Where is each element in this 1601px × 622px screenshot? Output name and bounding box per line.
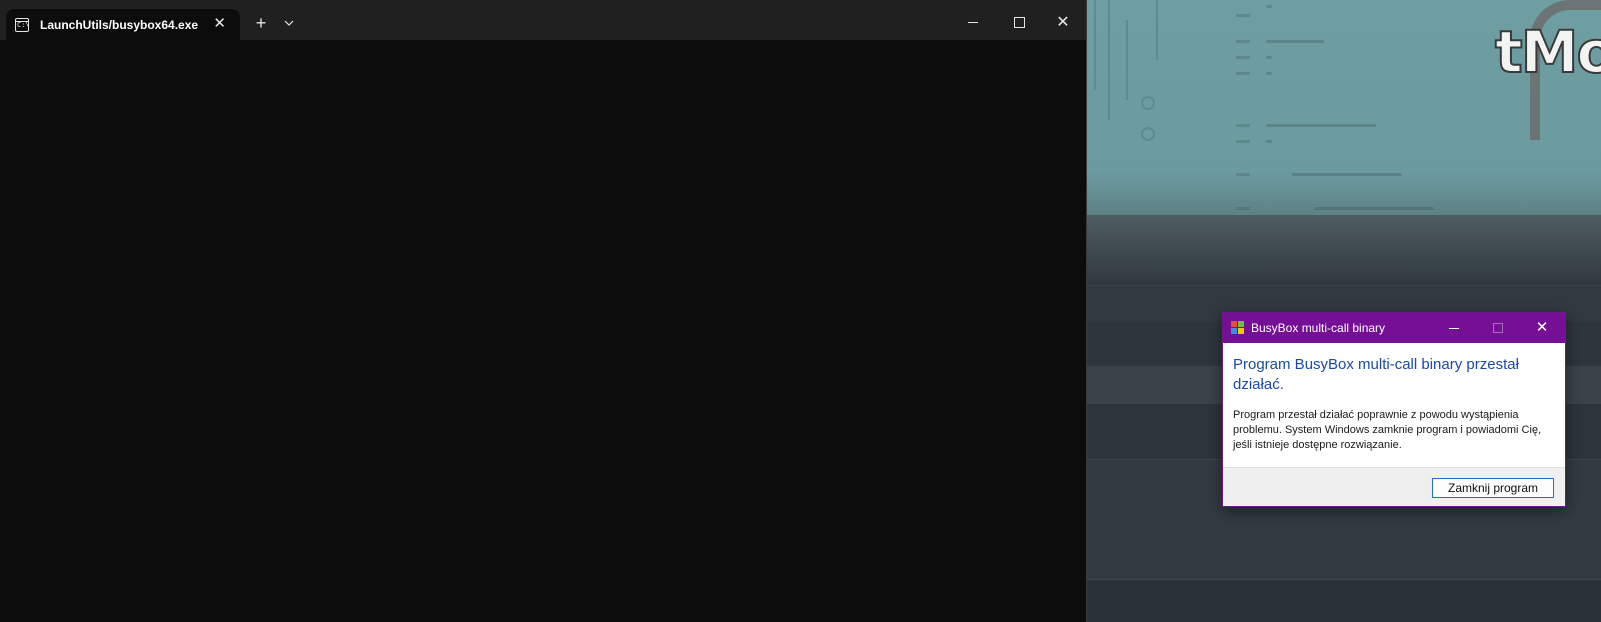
dialog-heading: Program BusyBox multi-call binary przest…: [1233, 356, 1519, 393]
wallpaper-line-number: [1236, 207, 1250, 210]
dialog-footer: Zamknij program: [1223, 467, 1565, 506]
wallpaper-code-line: [1266, 56, 1272, 59]
wallpaper-line-number: [1236, 124, 1250, 127]
wallpaper-line-number: [1236, 173, 1250, 176]
terminal-content-area[interactable]: [0, 40, 1086, 622]
new-tab-button[interactable]: +: [250, 10, 272, 36]
maximize-icon: [1493, 323, 1503, 334]
wallpaper-circuit-trace: [1108, 0, 1110, 120]
wallpaper-code-line: [1314, 207, 1434, 210]
busybox-app-icon: [1231, 321, 1245, 335]
dialog-minimize-button[interactable]: [1437, 313, 1471, 343]
wallpaper-line-number: [1236, 14, 1250, 17]
minimize-icon: [1449, 327, 1459, 329]
close-program-button[interactable]: Zamknij program: [1432, 478, 1554, 498]
wallpaper-code-line: [1266, 140, 1272, 143]
wallpaper-line-number: [1236, 56, 1250, 59]
tab-title: LaunchUtils/busybox64.exe: [40, 17, 199, 32]
terminal-icon: C:\: [15, 17, 30, 32]
wallpaper-line-number: [1236, 40, 1250, 43]
wallpaper-code-line: [1266, 5, 1272, 8]
wallpaper-circuit-node: [1141, 96, 1155, 110]
terminal-window[interactable]: C:\ LaunchUtils/busybox64.exe ✕ + ✕: [0, 0, 1087, 622]
maximize-button[interactable]: [1006, 10, 1032, 36]
chevron-down-icon: [284, 20, 294, 26]
maximize-icon: [1013, 17, 1025, 29]
minimize-icon: [968, 22, 978, 24]
terminal-tab[interactable]: C:\ LaunchUtils/busybox64.exe ✕: [6, 9, 240, 40]
dialog-message: Program przestał działać poprawnie z pow…: [1233, 409, 1542, 451]
wallpaper-logo: tMo: [1494, 17, 1601, 87]
wallpaper-line-number: [1236, 140, 1250, 143]
desktop-band: [1086, 579, 1601, 622]
chevron-down-icon[interactable]: [278, 10, 300, 36]
wallpaper-circuit-trace: [1126, 20, 1128, 100]
wallpaper-code-line: [1266, 124, 1376, 127]
dialog-titlebar[interactable]: BusyBox multi-call binary ✕: [1223, 313, 1565, 343]
error-dialog[interactable]: BusyBox multi-call binary ✕ Program Busy…: [1222, 312, 1566, 507]
wallpaper-circuit-node: [1141, 127, 1155, 141]
minimize-button[interactable]: [960, 10, 986, 36]
wallpaper-circuit-trace: [1156, 0, 1158, 60]
wallpaper-code-line: [1292, 173, 1402, 176]
wallpaper-code-line: [1266, 40, 1324, 43]
wallpaper-fade: [1086, 215, 1601, 285]
dialog-close-button[interactable]: ✕: [1525, 313, 1559, 343]
wallpaper-line-number: [1236, 72, 1250, 75]
dialog-title: BusyBox multi-call binary: [1251, 321, 1386, 335]
terminal-titlebar[interactable]: C:\ LaunchUtils/busybox64.exe ✕ + ✕: [0, 0, 1086, 40]
dialog-maximize-button: [1481, 313, 1515, 343]
close-window-button[interactable]: ✕: [1050, 10, 1076, 36]
wallpaper-code-line: [1266, 72, 1272, 75]
close-tab-button[interactable]: ✕: [213, 15, 226, 33]
wallpaper-circuit-trace: [1094, 0, 1096, 90]
